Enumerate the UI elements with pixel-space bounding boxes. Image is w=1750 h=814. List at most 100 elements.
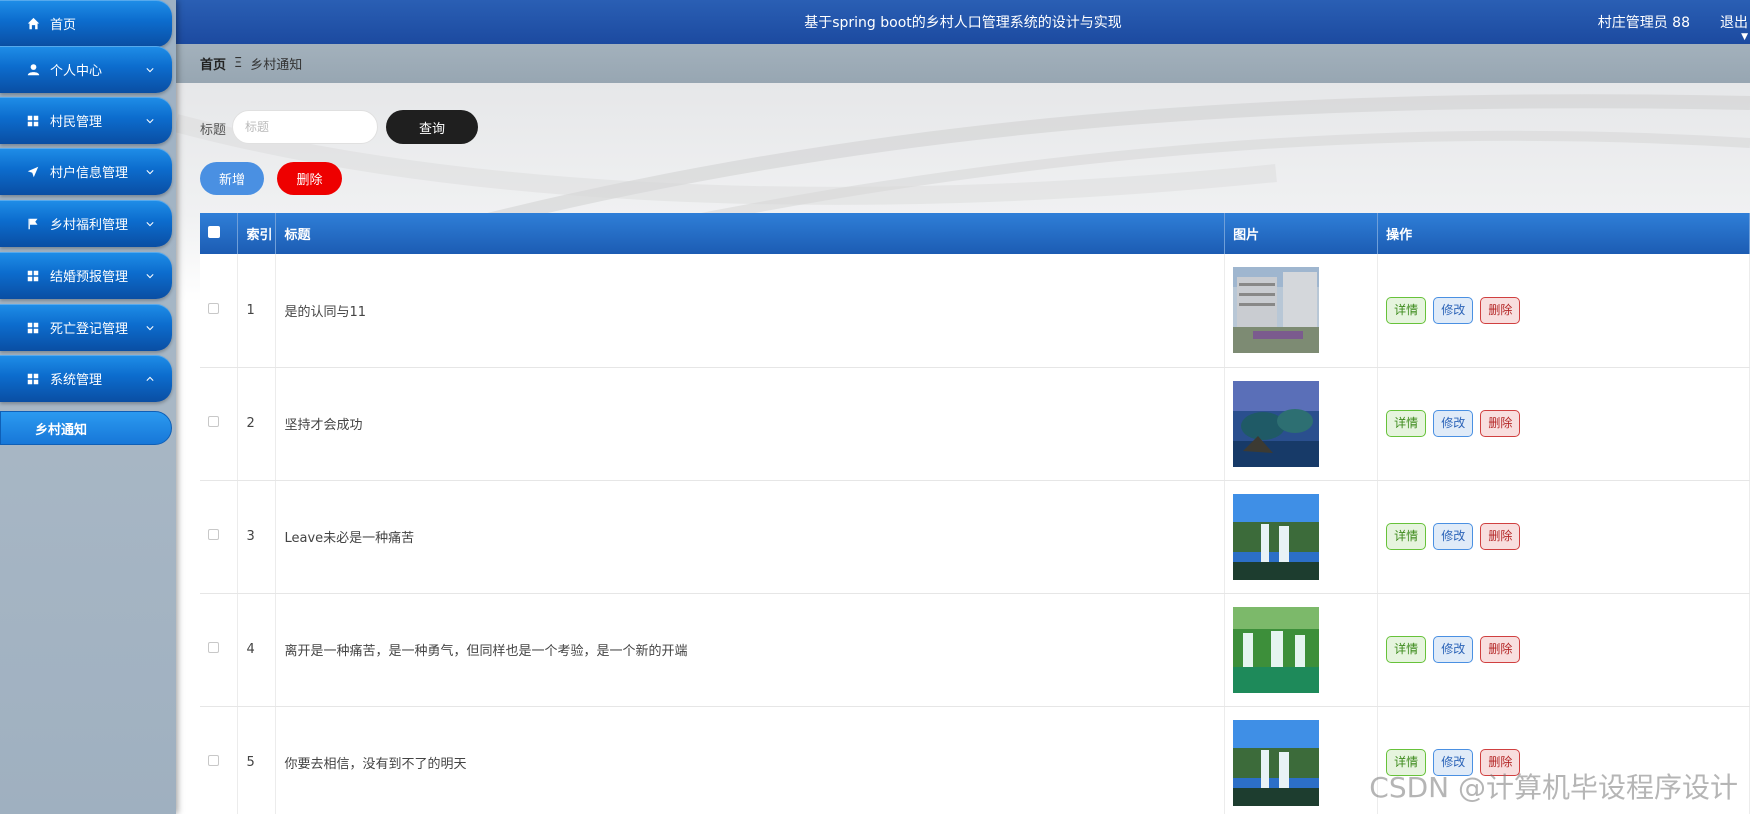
row-index: 5 bbox=[237, 706, 277, 814]
query-button[interactable]: 查询 bbox=[386, 110, 478, 144]
row-checkbox[interactable] bbox=[208, 642, 219, 653]
header-ops: 操作 bbox=[1377, 213, 1750, 254]
sidebar-item-welfare[interactable]: 乡村福利管理 bbox=[0, 200, 172, 247]
row-select-cell bbox=[200, 480, 239, 594]
user-icon bbox=[26, 63, 40, 77]
row-index: 1 bbox=[237, 254, 277, 368]
notice-thumbnail[interactable] bbox=[1233, 493, 1320, 580]
sidebar-subitem-village-notice[interactable]: 乡村通知 bbox=[0, 411, 172, 445]
delete-button[interactable]: 删除 bbox=[1480, 296, 1521, 324]
sidebar-item-marriage[interactable]: 结婚预报管理 bbox=[0, 252, 172, 299]
search-label: 标题 bbox=[200, 123, 227, 138]
row-checkbox[interactable] bbox=[208, 302, 219, 314]
top-bar: 基于spring boot的乡村人口管理系统的设计与实现 村庄管理员 88 退出… bbox=[176, 0, 1750, 44]
row-select-cell bbox=[200, 593, 239, 707]
chevron-down-icon bbox=[146, 67, 154, 72]
chevron-down-icon bbox=[146, 273, 154, 278]
row-checkbox[interactable] bbox=[208, 755, 219, 766]
row-title: 是的认同与11 bbox=[275, 254, 1226, 368]
sidebar-item-label: 村户信息管理 bbox=[50, 166, 129, 181]
add-button[interactable]: 新增 bbox=[200, 162, 264, 195]
sidebar-item-label: 个人中心 bbox=[50, 64, 103, 79]
header-title: 标题 bbox=[275, 213, 1226, 254]
breadcrumb-home[interactable]: 首页 bbox=[200, 54, 226, 73]
edit-button[interactable]: 修改 bbox=[1433, 410, 1474, 437]
table-header-row: 索引 标题 图片 操作 bbox=[200, 213, 1750, 254]
row-title: 你要去相信，没有到不了的明天 bbox=[275, 706, 1226, 814]
table-row: 4 离开是一种痛苦，是一种勇气，但同样也是一个考验，是一个新的开端 详情 修改 … bbox=[200, 593, 1750, 707]
grid-icon bbox=[26, 269, 40, 283]
row-index: 2 bbox=[237, 367, 277, 481]
row-title: 坚持才会成功 bbox=[275, 367, 1226, 481]
row-select-cell bbox=[200, 367, 239, 481]
row-title: Leave未必是一种痛苦 bbox=[275, 480, 1226, 594]
notice-table: 索引 标题 图片 操作 1 是的认同与11 详情 修改 删除 2 坚持才会成功 … bbox=[200, 213, 1750, 814]
sidebar: 首页 个人中心 村民管理 村户信息管理 乡村福利管理 结婚预报管理 死亡登记管理… bbox=[0, 0, 176, 814]
sidebar-item-label: 乡村福利管理 bbox=[50, 218, 129, 233]
grid-icon bbox=[26, 114, 40, 128]
row-checkbox[interactable] bbox=[208, 529, 219, 540]
detail-button[interactable]: 详情 bbox=[1386, 523, 1427, 550]
edit-button[interactable]: 修改 bbox=[1433, 296, 1474, 324]
sidebar-item-household[interactable]: 村户信息管理 bbox=[0, 148, 172, 195]
chevron-down-icon bbox=[146, 325, 154, 330]
sidebar-item-label: 死亡登记管理 bbox=[50, 322, 129, 337]
app-title: 基于spring boot的乡村人口管理系统的设计与实现 bbox=[804, 15, 1122, 31]
send-icon bbox=[26, 165, 40, 179]
notice-thumbnail[interactable] bbox=[1233, 719, 1320, 806]
table-row: 2 坚持才会成功 详情 修改 删除 bbox=[200, 367, 1750, 481]
row-image-cell bbox=[1224, 367, 1379, 481]
chevron-down-icon bbox=[146, 169, 154, 174]
row-ops-cell: 详情 修改 删除 bbox=[1377, 480, 1750, 594]
header-index: 索引 bbox=[237, 213, 277, 254]
row-select-cell bbox=[200, 254, 239, 368]
delete-button[interactable]: 删除 bbox=[1480, 636, 1521, 663]
sidebar-item-label: 结婚预报管理 bbox=[50, 270, 129, 285]
sidebar-item-system[interactable]: 系统管理 bbox=[0, 355, 172, 402]
delete-button[interactable]: 删除 bbox=[1480, 523, 1521, 550]
row-index: 3 bbox=[237, 480, 277, 594]
row-image-cell bbox=[1224, 593, 1379, 707]
select-all-checkbox[interactable] bbox=[208, 225, 220, 238]
delete-button[interactable]: 删除 bbox=[1480, 410, 1521, 437]
row-ops-cell: 详情 修改 删除 bbox=[1377, 593, 1750, 707]
user-info: 村庄管理员 88 bbox=[1597, 15, 1690, 31]
select-all-header bbox=[200, 213, 239, 254]
row-image-cell bbox=[1224, 254, 1379, 368]
sidebar-item-label: 系统管理 bbox=[50, 373, 103, 388]
detail-button[interactable]: 详情 bbox=[1386, 636, 1427, 663]
grid-icon bbox=[26, 372, 40, 386]
breadcrumb: 首页 Ξ 乡村通知 bbox=[176, 44, 1750, 83]
sidebar-item-home[interactable]: 首页 bbox=[0, 0, 172, 47]
chevron-down-icon bbox=[146, 118, 154, 123]
row-title: 离开是一种痛苦，是一种勇气，但同样也是一个考验，是一个新的开端 bbox=[275, 593, 1226, 707]
edit-button[interactable]: 修改 bbox=[1433, 523, 1474, 550]
search-input[interactable] bbox=[232, 110, 378, 144]
table-row: 1 是的认同与11 详情 修改 删除 bbox=[200, 254, 1750, 368]
row-ops-cell: 详情 修改 删除 bbox=[1377, 367, 1750, 481]
notice-thumbnail[interactable] bbox=[1233, 380, 1320, 467]
sidebar-item-villager[interactable]: 村民管理 bbox=[0, 97, 172, 144]
background-decoration bbox=[176, 94, 1750, 223]
notice-thumbnail[interactable] bbox=[1233, 606, 1320, 693]
detail-button[interactable]: 详情 bbox=[1386, 410, 1427, 437]
row-ops-cell: 详情 修改 删除 bbox=[1377, 254, 1750, 368]
batch-delete-button[interactable]: 删除 bbox=[277, 162, 342, 195]
notice-thumbnail[interactable] bbox=[1233, 267, 1320, 354]
row-select-cell bbox=[200, 706, 239, 814]
detail-button[interactable]: 详情 bbox=[1386, 296, 1427, 324]
sidebar-item-label: 首页 bbox=[50, 18, 77, 33]
sidebar-item-label: 村民管理 bbox=[50, 115, 103, 130]
main-content: 标题 查询 新增 删除 索引 标题 图片 操作 1 是的认同与11 bbox=[176, 83, 1750, 814]
caret-down-icon: ▼ bbox=[1741, 32, 1748, 42]
breadcrumb-separator: Ξ bbox=[234, 56, 243, 71]
logout-button[interactable]: 退出 bbox=[1720, 12, 1748, 32]
sidebar-item-death[interactable]: 死亡登记管理 bbox=[0, 304, 172, 351]
header-image: 图片 bbox=[1224, 213, 1379, 254]
row-checkbox[interactable] bbox=[208, 416, 219, 427]
row-index: 4 bbox=[237, 593, 277, 707]
home-icon bbox=[26, 17, 40, 31]
watermark: CSDN @计算机毕设程序设计 bbox=[1369, 771, 1738, 804]
sidebar-item-personal-center[interactable]: 个人中心 bbox=[0, 46, 172, 93]
edit-button[interactable]: 修改 bbox=[1433, 636, 1474, 663]
